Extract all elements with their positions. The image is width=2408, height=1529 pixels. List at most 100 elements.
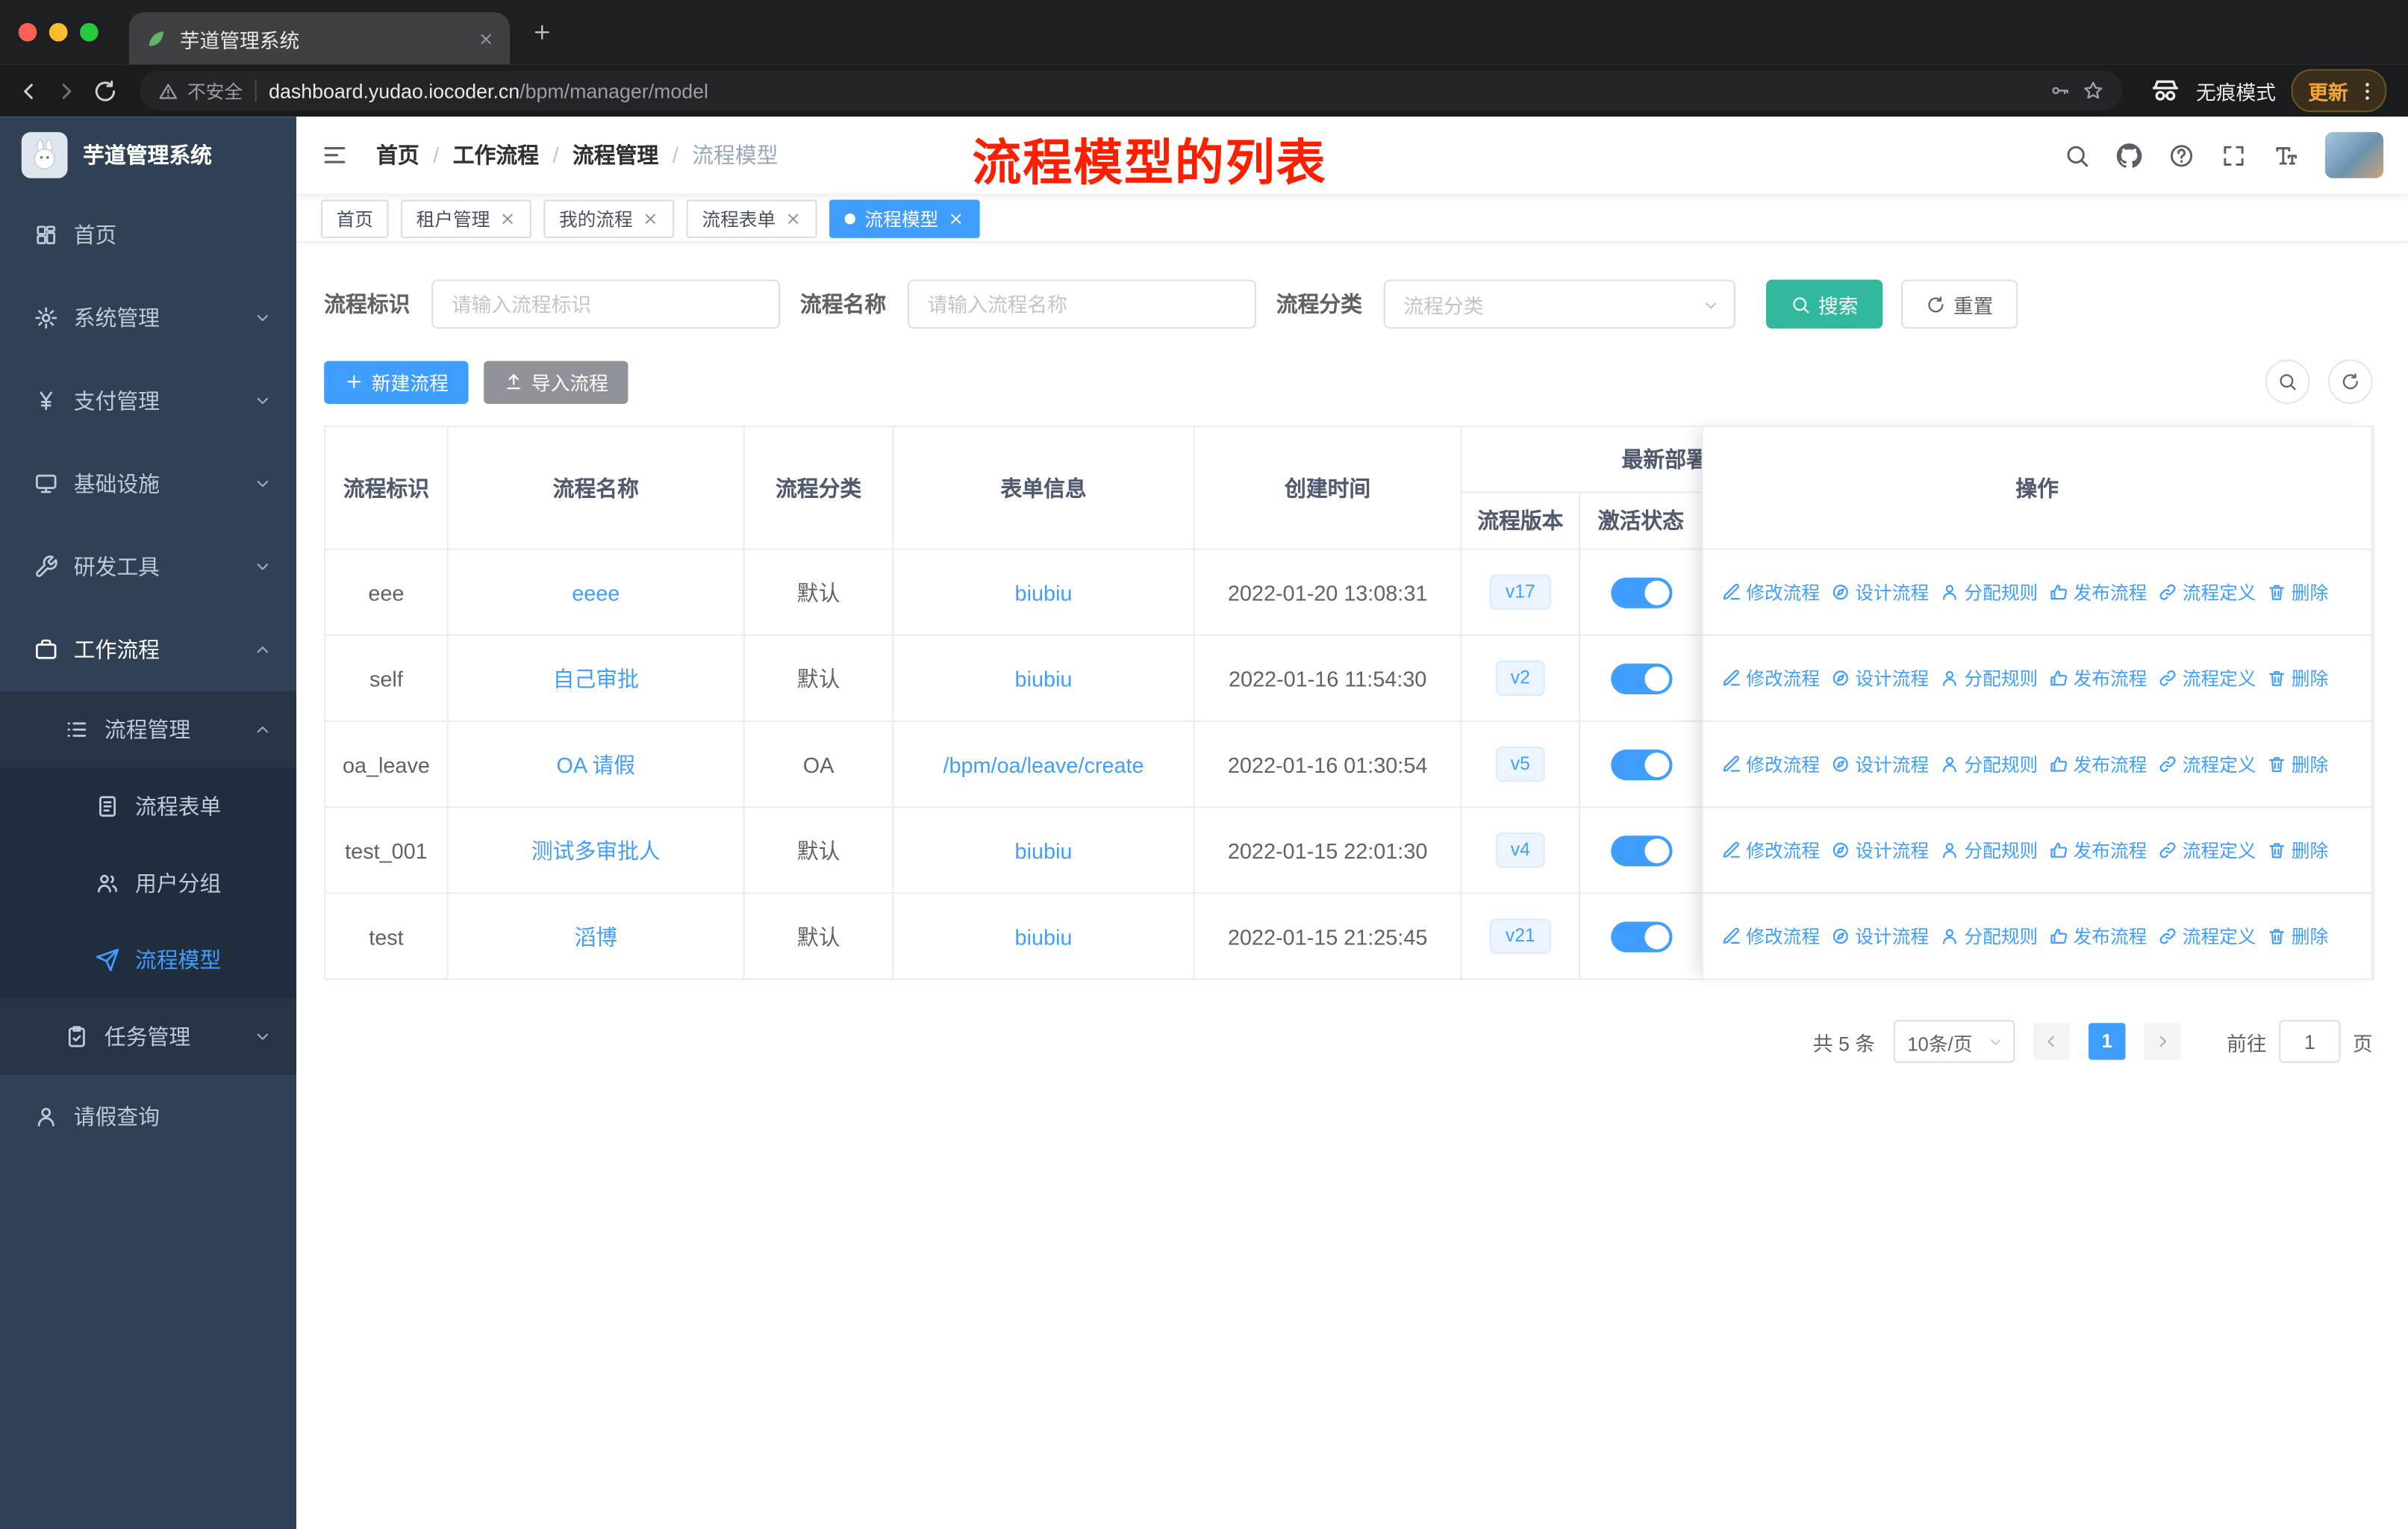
close-icon[interactable] <box>499 210 517 227</box>
process-definition-link[interactable]: 流程定义 <box>2158 923 2256 949</box>
sidebar-item-user-group[interactable]: 用户分组 <box>0 845 296 922</box>
delete-process-link[interactable]: 删除 <box>2267 665 2328 691</box>
active-toggle[interactable] <box>1610 748 1672 780</box>
modify-process-link[interactable]: 修改流程 <box>1721 923 1820 949</box>
tab-close-icon[interactable] <box>478 30 495 47</box>
bookmark-star-button[interactable] <box>2083 80 2104 102</box>
process-name-link[interactable]: eeee <box>572 580 620 605</box>
publish-process-link[interactable]: 发布流程 <box>2049 579 2147 605</box>
design-process-link[interactable]: 设计流程 <box>1830 837 1929 863</box>
sidebar-item-process-mgmt[interactable]: 流程管理 <box>0 691 296 768</box>
assign-rule-link[interactable]: 分配规则 <box>1940 579 2038 605</box>
delete-process-link[interactable]: 删除 <box>2267 837 2328 863</box>
browser-tab[interactable]: 芋道管理系统 <box>128 12 511 65</box>
process-definition-link[interactable]: 流程定义 <box>2158 665 2256 691</box>
design-process-link[interactable]: 设计流程 <box>1830 751 1929 777</box>
process-name-link[interactable]: 滔博 <box>574 924 617 949</box>
process-name-link[interactable]: 自己审批 <box>553 666 639 691</box>
address-bar[interactable]: 不安全 dashboard.yudao.iocoder.cn/bpm/manag… <box>140 70 2123 111</box>
sidebar-item-leave-query[interactable]: 请假查询 <box>0 1075 296 1158</box>
help-button[interactable] <box>2168 142 2195 168</box>
modify-process-link[interactable]: 修改流程 <box>1721 665 1820 691</box>
publish-process-link[interactable]: 发布流程 <box>2049 665 2147 691</box>
process-category-select[interactable]: 流程分类 <box>1383 279 1735 329</box>
new-tab-button[interactable] <box>531 22 553 43</box>
form-info-link[interactable]: biubiu <box>1015 838 1073 862</box>
form-info-link[interactable]: biubiu <box>1015 924 1073 949</box>
publish-process-link[interactable]: 发布流程 <box>2049 923 2147 949</box>
navbar-search-button[interactable] <box>2064 142 2090 168</box>
tag-my-process[interactable]: 我的流程 <box>543 199 675 237</box>
process-definition-link[interactable]: 流程定义 <box>2158 837 2256 863</box>
close-icon[interactable] <box>785 210 802 227</box>
active-toggle[interactable] <box>1610 576 1672 608</box>
breadcrumb-item[interactable]: 首页 <box>376 140 419 170</box>
design-process-link[interactable]: 设计流程 <box>1830 665 1929 691</box>
sidebar-item-payment[interactable]: 支付管理 <box>0 359 296 442</box>
toggle-search-button[interactable] <box>2265 359 2310 405</box>
sidebar-item-home[interactable]: 首页 <box>0 193 296 276</box>
form-info-link[interactable]: biubiu <box>1015 666 1073 691</box>
breadcrumb-item[interactable]: 流程管理 <box>573 140 658 170</box>
back-button[interactable] <box>16 78 42 104</box>
user-avatar[interactable] <box>2324 131 2384 178</box>
tag-process-model-active[interactable]: 流程模型 <box>829 199 980 237</box>
assign-rule-link[interactable]: 分配规则 <box>1940 665 2038 691</box>
close-icon[interactable] <box>642 210 659 227</box>
create-process-button[interactable]: 新建流程 <box>324 360 469 404</box>
tag-process-form[interactable]: 流程表单 <box>686 199 817 237</box>
modify-process-link[interactable]: 修改流程 <box>1721 837 1820 863</box>
process-key-input[interactable] <box>431 279 781 329</box>
import-process-button[interactable]: 导入流程 <box>484 360 628 404</box>
prev-page-button[interactable] <box>2033 1023 2071 1060</box>
active-toggle[interactable] <box>1610 662 1672 694</box>
form-info-link[interactable]: biubiu <box>1015 580 1073 605</box>
search-button[interactable]: 搜索 <box>1766 279 1883 329</box>
modify-process-link[interactable]: 修改流程 <box>1721 751 1820 777</box>
publish-process-link[interactable]: 发布流程 <box>2049 751 2147 777</box>
window-close-button[interactable] <box>18 22 37 42</box>
sidebar-item-workflow[interactable]: 工作流程 <box>0 608 296 691</box>
forward-button[interactable] <box>54 78 80 104</box>
reset-button[interactable]: 重置 <box>1901 279 2018 329</box>
tag-home[interactable]: 首页 <box>320 199 389 237</box>
github-link-button[interactable] <box>2116 142 2142 168</box>
fullscreen-button[interactable] <box>2221 142 2247 168</box>
design-process-link[interactable]: 设计流程 <box>1830 579 1929 605</box>
sidebar-item-devtools[interactable]: 研发工具 <box>0 526 296 608</box>
next-page-button[interactable] <box>2144 1023 2181 1060</box>
collapse-sidebar-button[interactable] <box>321 141 349 169</box>
browser-menu-update-button[interactable]: 更新 <box>2291 69 2387 113</box>
app-logo[interactable]: 芋道管理系统 <box>0 116 296 193</box>
modify-process-link[interactable]: 修改流程 <box>1721 579 1820 605</box>
assign-rule-link[interactable]: 分配规则 <box>1940 837 2038 863</box>
process-name-link[interactable]: 测试多审批人 <box>531 838 661 862</box>
delete-process-link[interactable]: 删除 <box>2267 751 2328 777</box>
close-icon[interactable] <box>948 210 965 227</box>
refresh-table-button[interactable] <box>2328 359 2373 405</box>
sidebar-item-task-mgmt[interactable]: 任务管理 <box>0 998 296 1075</box>
process-definition-link[interactable]: 流程定义 <box>2158 579 2256 605</box>
sidebar-item-system[interactable]: 系统管理 <box>0 276 296 359</box>
process-definition-link[interactable]: 流程定义 <box>2158 751 2256 777</box>
tag-tenant[interactable]: 租户管理 <box>401 199 531 237</box>
process-name-link[interactable]: OA 请假 <box>556 752 635 776</box>
window-minimize-button[interactable] <box>49 22 68 42</box>
goto-page-input[interactable] <box>2279 1020 2341 1063</box>
password-key-button[interactable] <box>2049 80 2071 102</box>
form-info-link[interactable]: /bpm/oa/leave/create <box>943 752 1144 776</box>
security-chip[interactable]: 不安全 <box>158 78 243 104</box>
sidebar-item-process-model[interactable]: 流程模型 <box>0 921 296 998</box>
delete-process-link[interactable]: 删除 <box>2267 923 2328 949</box>
design-process-link[interactable]: 设计流程 <box>1830 923 1929 949</box>
reload-button[interactable] <box>92 78 118 104</box>
sidebar-item-process-form[interactable]: 流程表单 <box>0 768 296 845</box>
breadcrumb-item[interactable]: 工作流程 <box>453 140 539 170</box>
current-page-button[interactable]: 1 <box>2088 1023 2126 1060</box>
window-zoom-button[interactable] <box>79 22 99 42</box>
process-name-input[interactable] <box>907 279 1256 329</box>
assign-rule-link[interactable]: 分配规则 <box>1940 923 2038 949</box>
active-toggle[interactable] <box>1610 835 1672 866</box>
page-size-select[interactable]: 10条/页 <box>1893 1020 2015 1063</box>
active-toggle[interactable] <box>1610 921 1672 952</box>
